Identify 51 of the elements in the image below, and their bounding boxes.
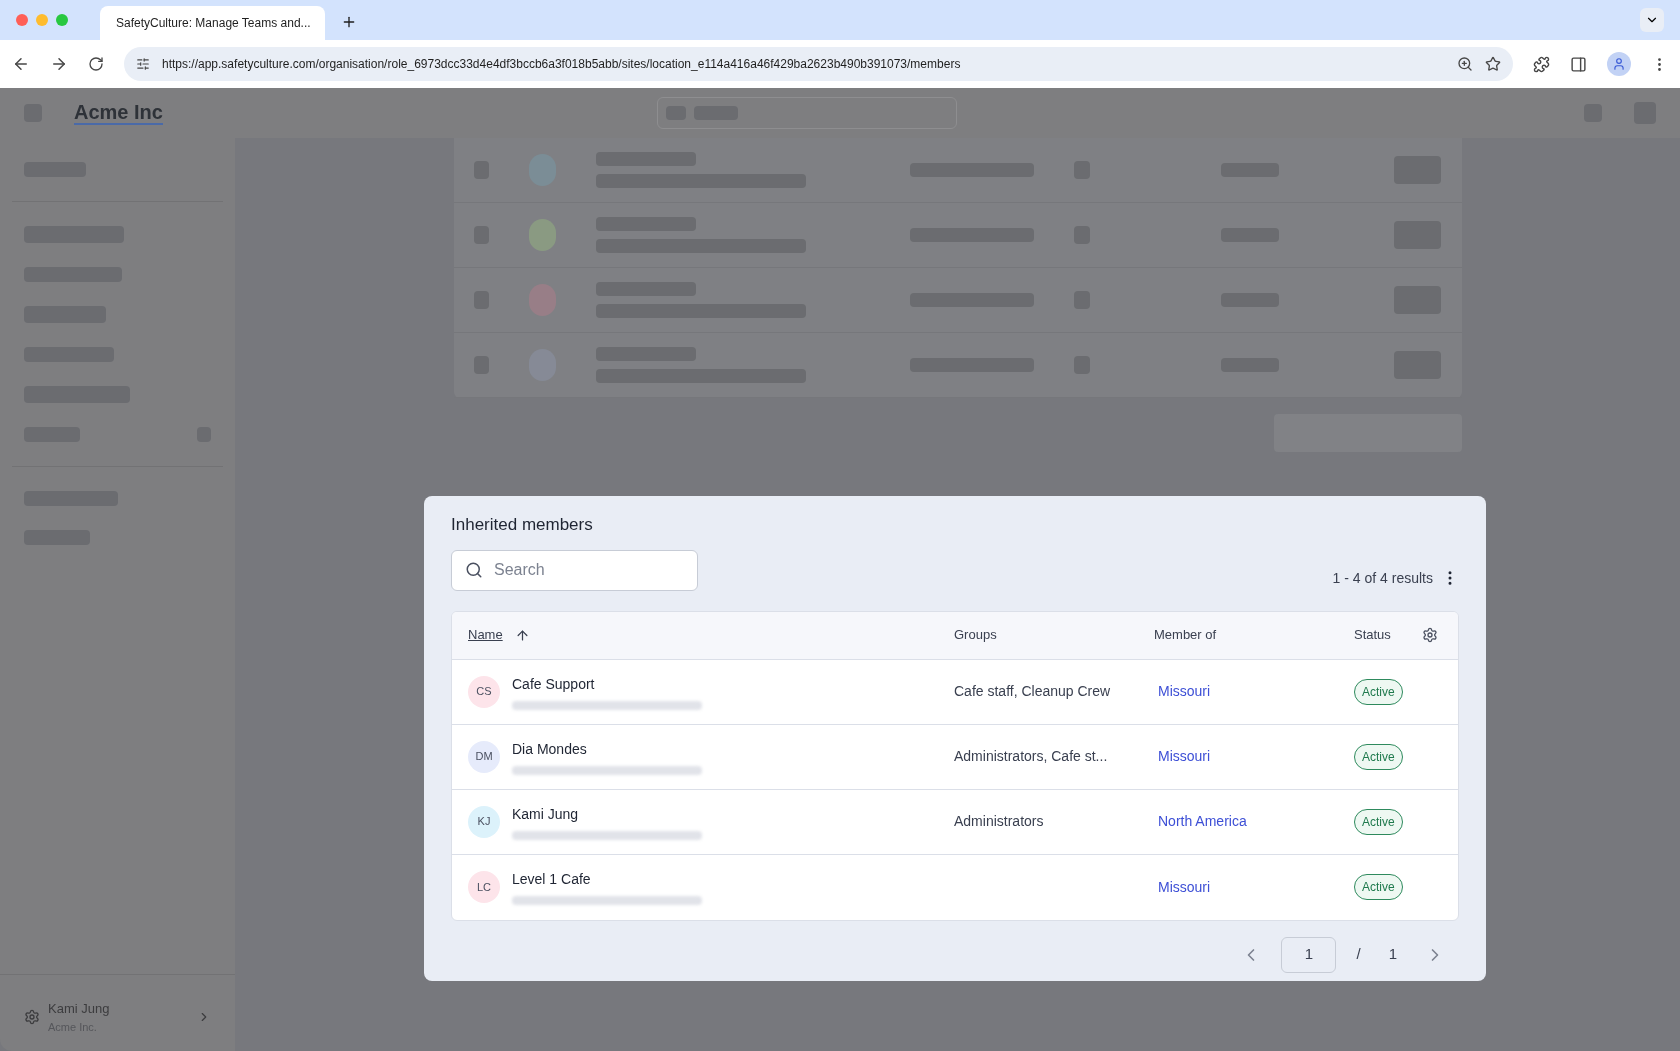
groups-cell-text: Cafe staff, Cleanup Crew — [954, 682, 1112, 701]
groups-cell-text: Administrators — [954, 812, 1045, 831]
status-badge: Active — [1354, 678, 1403, 705]
member-of-link[interactable]: Missouri — [1154, 681, 1354, 702]
member-name: Level 1 Cafe — [512, 870, 592, 889]
column-header[interactable]: Status — [1354, 625, 1391, 645]
app-logo: Acme Inc — [74, 101, 163, 125]
page-number-field[interactable]: 1 — [1281, 936, 1337, 973]
results-count: 1 - 4 of 4 results — [1332, 568, 1433, 588]
settings-icon[interactable] — [1422, 627, 1438, 643]
url-text: https://app.safetyculture.com/organisation/role_6973dcc33d4e4df3bccb6a3f018b5abb/sites/location_e114a416a46f429ba2623b490b391073/members — [162, 56, 962, 73]
search-field[interactable]: Search — [451, 549, 698, 591]
forward-icon[interactable] — [50, 55, 68, 73]
new-tab-icon[interactable] — [341, 14, 357, 30]
avatar: LC — [468, 871, 500, 903]
column-header[interactable]: Name — [468, 625, 503, 645]
member-of-link[interactable]: Missouri — [1154, 876, 1354, 898]
user-name: Kami Jung — [48, 1000, 111, 1018]
sort-ascending-icon[interactable] — [514, 627, 530, 643]
site-settings-icon[interactable] — [136, 57, 150, 71]
member-name: Kami Jung — [512, 804, 580, 824]
status-badge: Active — [1354, 743, 1403, 770]
column-header[interactable]: Groups — [954, 625, 997, 645]
column-header[interactable]: Member of — [1154, 625, 1217, 645]
avatar: CS — [468, 675, 500, 708]
member-name: Cafe Support — [512, 674, 596, 694]
page-separator: / — [1356, 944, 1361, 965]
profile-avatar[interactable] — [1607, 52, 1631, 76]
skeleton-avatar — [528, 219, 557, 251]
tab-list-button[interactable] — [1640, 8, 1664, 32]
groups-cell-text: Administrators, Cafe st... — [954, 747, 1109, 766]
member-of-link[interactable]: Missouri — [1154, 746, 1354, 767]
back-icon[interactable] — [12, 55, 30, 73]
total-pages: 1 — [1387, 944, 1398, 965]
search-icon — [465, 560, 483, 579]
zoom-icon[interactable] — [1457, 56, 1473, 72]
bookmark-star-icon[interactable] — [1485, 56, 1501, 72]
member-of-link[interactable]: North America — [1154, 811, 1354, 832]
extensions-icon[interactable] — [1533, 55, 1550, 73]
skeleton-avatar — [528, 284, 557, 316]
member-name: Dia Mondes — [512, 739, 588, 759]
status-badge: Active — [1354, 808, 1403, 835]
reload-icon[interactable] — [88, 56, 104, 72]
status-badge: Active — [1354, 874, 1403, 900]
side-panel-icon[interactable] — [1570, 55, 1587, 73]
address-bar[interactable]: https://app.safetyculture.com/organisation/role_6973dcc33d4e4df3bccb6a3f018b5abb/sites/location_e114a416a46f429ba2623b490b391073/members — [124, 47, 1513, 81]
browser-tab[interactable]: SafetyCulture: Manage Teams and... — [100, 6, 325, 40]
avatar: KJ — [468, 805, 500, 838]
modal-title: Inherited members — [451, 514, 594, 536]
avatar: DM — [468, 740, 500, 773]
tab-title: SafetyCulture: Manage Teams and... — [116, 15, 311, 32]
